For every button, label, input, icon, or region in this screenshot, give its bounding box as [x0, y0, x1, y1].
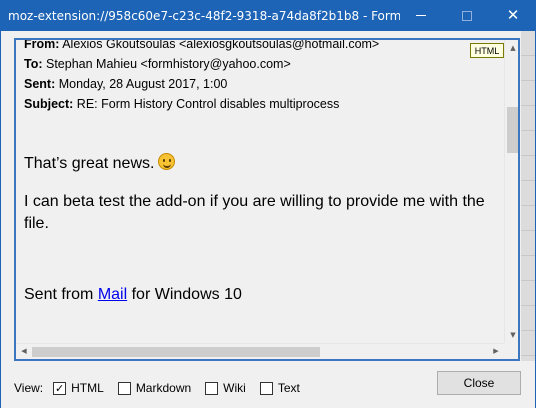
title-bar: moz-extension://958c60e7-c23c-48f2-9318-…	[0, 0, 536, 31]
view-option-text[interactable]: Text	[259, 381, 300, 395]
background-window-edge	[521, 31, 535, 361]
scroll-up-icon[interactable]: ▲	[505, 44, 518, 52]
vertical-scrollbar[interactable]: ▲ ▼	[504, 40, 518, 343]
maximize-icon	[462, 10, 472, 21]
email-content: From: Alexios Gkoutsoulas <alexiosgkouts…	[16, 40, 504, 343]
mail-link[interactable]: Mail	[98, 286, 127, 303]
window-title: moz-extension://958c60e7-c23c-48f2-9318-…	[8, 8, 400, 23]
sent-line: Sent: Monday, 28 August 2017, 1:00	[24, 74, 379, 94]
close-window-button[interactable]: ✕	[490, 0, 536, 31]
minimize-button[interactable]	[398, 0, 444, 31]
subject-label: Subject:	[24, 97, 74, 111]
scroll-down-icon[interactable]: ▼	[505, 331, 518, 339]
scroll-right-icon[interactable]: ▶	[488, 347, 504, 355]
close-icon: ✕	[506, 6, 520, 24]
preview-pane: From: Alexios Gkoutsoulas <alexiosgkouts…	[14, 38, 520, 361]
horizontal-scrollbar[interactable]: ◀ ▶	[16, 343, 504, 359]
to-line: To: Stephan Mahieu <formhistory@yahoo.co…	[24, 54, 379, 74]
body-line-1: That’s great news.	[24, 155, 155, 172]
body-paragraph-1: That’s great news.	[24, 153, 176, 175]
wiki-option-label: Wiki	[223, 381, 246, 395]
html-checkbox[interactable]: ✓	[53, 381, 67, 395]
sent-label: Sent:	[24, 77, 56, 91]
maximize-button[interactable]	[444, 0, 490, 31]
markdown-checkbox[interactable]	[117, 381, 131, 395]
wiki-checkbox[interactable]	[205, 381, 219, 395]
subject-value: RE: Form History Control disables multip…	[76, 97, 340, 111]
from-value: Alexios Gkoutsoulas <alexiosgkoutsoulas@…	[62, 40, 380, 51]
text-option-label: Text	[277, 381, 300, 395]
to-label: To:	[24, 57, 43, 71]
email-header: From: Alexios Gkoutsoulas <alexiosgkouts…	[24, 40, 379, 114]
markdown-option-label: Markdown	[135, 381, 192, 395]
body-line-3-suffix: for Windows 10	[127, 286, 242, 303]
minimize-icon	[416, 15, 426, 16]
smiley-emoji-icon	[158, 153, 176, 170]
view-option-html[interactable]: ✓ HTML	[53, 381, 104, 395]
view-option-markdown[interactable]: Markdown	[117, 381, 192, 395]
sent-value: Monday, 28 August 2017, 1:00	[58, 77, 228, 91]
subject-line: Subject: RE: Form History Control disabl…	[24, 94, 379, 114]
html-option-label: HTML	[71, 381, 104, 395]
close-button[interactable]: Close	[437, 371, 521, 395]
body-paragraph-3: Sent from Mail for Windows 10	[24, 284, 242, 306]
from-label: From:	[24, 40, 60, 51]
scroll-corner	[504, 343, 518, 359]
to-value: Stephan Mahieu <formhistory@yahoo.com>	[46, 57, 291, 71]
scroll-left-icon[interactable]: ◀	[16, 347, 32, 355]
from-line: From: Alexios Gkoutsoulas <alexiosgkouts…	[24, 40, 379, 54]
html-badge: HTML	[470, 43, 504, 58]
body-line-3-prefix: Sent from	[24, 286, 98, 303]
text-checkbox[interactable]	[259, 381, 273, 395]
vertical-scroll-thumb[interactable]	[507, 107, 518, 153]
view-options: View: ✓ HTML Markdown Wiki Text	[14, 378, 314, 398]
window-frame-left	[0, 31, 1, 408]
horizontal-scroll-thumb[interactable]	[32, 347, 320, 357]
view-label: View:	[14, 381, 44, 395]
body-paragraph-2: I can beta test the add-on if you are wi…	[24, 193, 485, 232]
view-option-wiki[interactable]: Wiki	[205, 381, 246, 395]
